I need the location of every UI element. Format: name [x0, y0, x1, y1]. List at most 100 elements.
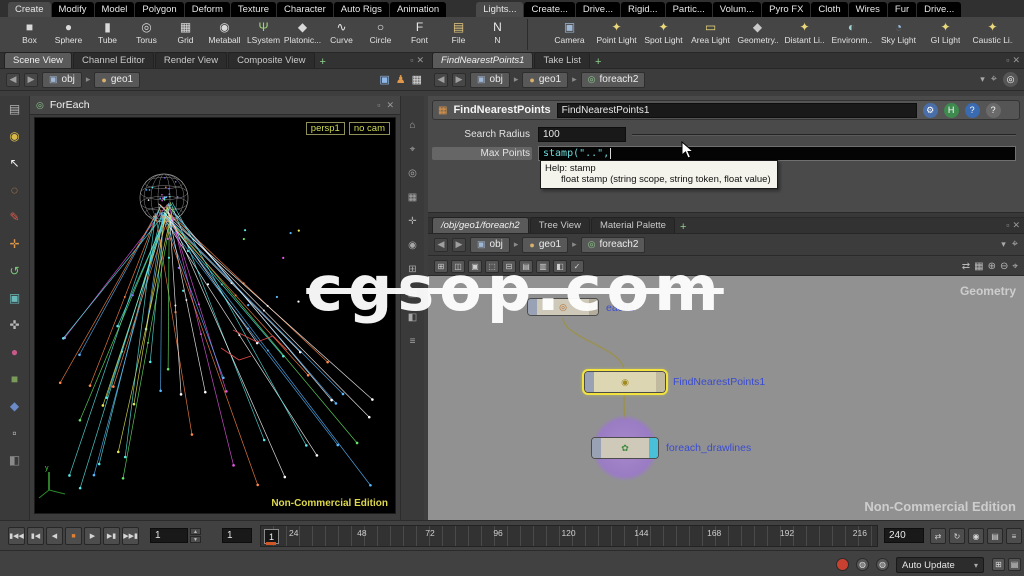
toolbar-tool-icon[interactable]: ✜: [5, 316, 25, 334]
memory-indicator-icon[interactable]: ◍: [876, 558, 889, 571]
path-crumb-foreach2[interactable]: ◎ foreach2: [580, 71, 646, 88]
pane-tab[interactable]: Composite View: [228, 52, 315, 68]
shelf-tab[interactable]: Create...: [524, 2, 575, 17]
shelf-tab[interactable]: Auto Rigs: [333, 2, 389, 17]
toolbar-tool-icon[interactable]: ◉: [5, 127, 25, 145]
shelf-tool[interactable]: Ψ LSystem: [244, 19, 283, 52]
shelf-tab[interactable]: Character: [277, 2, 333, 17]
performance-icon[interactable]: ▤: [1008, 558, 1021, 571]
viewport-display-icon[interactable]: ⊞: [408, 264, 416, 275]
toolbar-tool-icon[interactable]: ▤: [5, 100, 25, 118]
pane-tab[interactable]: Channel Editor: [73, 52, 154, 68]
shelf-tab[interactable]: Model: [94, 2, 135, 17]
shelf-tab[interactable]: Lights...: [476, 2, 524, 17]
toolbar-tool-icon[interactable]: ▣: [5, 289, 25, 307]
network-view-icon[interactable]: ⇄: [962, 261, 970, 272]
transport-button[interactable]: ■: [65, 527, 82, 545]
shelf-tool[interactable]: ✦ Spot Light: [640, 19, 687, 52]
pane-float-icon[interactable]: ▫: [1006, 55, 1009, 66]
frame-increment-field[interactable]: [222, 528, 252, 543]
shelf-tool[interactable]: ▣ Camera: [546, 19, 593, 52]
node-display-flag[interactable]: [649, 438, 658, 458]
gear-menu-icon[interactable]: ⚙: [922, 102, 938, 118]
shelf-tool[interactable]: ◆ Platonic...: [283, 19, 322, 52]
transport-button[interactable]: ▶▮: [103, 527, 120, 545]
viewport-layout-icon[interactable]: ▫: [377, 100, 380, 111]
shelf-tool[interactable]: ▮ Tube: [88, 19, 127, 52]
pin-icon[interactable]: ⌖: [991, 73, 997, 86]
shelf-tab[interactable]: Drive...: [917, 2, 962, 17]
new-tab-button[interactable]: +: [316, 56, 330, 68]
shelf-tool[interactable]: ◐ Environm...: [828, 19, 875, 52]
path-crumb-obj[interactable]: ▣ obj: [470, 236, 510, 253]
shelf-tool[interactable]: ◉ Metaball: [205, 19, 244, 52]
pane-tab-findnearestpoints1[interactable]: FindNearestPoints1: [432, 52, 534, 68]
network-badge-icon[interactable]: ◫: [451, 259, 465, 273]
cook-indicator-icon[interactable]: ◍: [856, 558, 869, 571]
toolbar-tool-icon[interactable]: ✛: [5, 235, 25, 253]
toolbar-tool-icon[interactable]: ●: [5, 343, 25, 361]
viewport-display-icon[interactable]: ◎: [408, 168, 417, 179]
shelf-tool[interactable]: ◔ Sky Light: [875, 19, 922, 52]
network-view-icon[interactable]: ⊖: [1000, 261, 1008, 272]
shelf-tool[interactable]: ▤ File: [439, 19, 478, 52]
viewport-display-icon[interactable]: ▤: [408, 288, 417, 299]
pane-close-icon[interactable]: ✕: [1012, 55, 1020, 66]
pane-tab-tree-view[interactable]: Tree View: [529, 217, 590, 233]
search-radius-slider[interactable]: [632, 133, 1016, 136]
pane-close-icon[interactable]: ✕: [416, 55, 424, 66]
node-output-flag[interactable]: [656, 372, 665, 392]
viewport-display-icon[interactable]: ⌂: [409, 120, 415, 131]
shelf-tool[interactable]: ∿ Curve: [322, 19, 361, 52]
transport-button[interactable]: ▶: [84, 527, 101, 545]
shelf-tool[interactable]: ◆ Geometry...: [734, 19, 781, 52]
pane-tab[interactable]: Scene View: [4, 52, 72, 68]
help-icon[interactable]: ?: [964, 102, 980, 118]
path-crumb-geo1[interactable]: ● geo1: [522, 236, 569, 253]
nav-forward-icon[interactable]: ▶: [452, 237, 466, 252]
network-view-icon[interactable]: ▦: [974, 261, 983, 272]
shelf-tab[interactable]: Polygon: [135, 2, 184, 17]
shelf-tool[interactable]: ▦ Grid: [166, 19, 205, 52]
pane-tab-network-path[interactable]: /obj/geo1/foreach2: [432, 217, 529, 233]
shelf-tool[interactable]: ■ Box: [10, 19, 49, 52]
path-crumb-geo1[interactable]: ● geo1: [522, 71, 569, 88]
pane-float-icon[interactable]: ▫: [1006, 220, 1009, 231]
shelf-tab[interactable]: Create: [8, 2, 51, 17]
shelf-tool[interactable]: ○ Circle: [361, 19, 400, 52]
camera-menu-chip[interactable]: no cam: [348, 122, 390, 135]
objects-filter-icon[interactable]: ▣: [379, 73, 389, 86]
shelf-tool[interactable]: F Font: [400, 19, 439, 52]
viewport-3d-canvas[interactable]: y persp1 no cam Non-Commercial Edition: [34, 117, 396, 514]
shelf-tab[interactable]: Rigid...: [621, 2, 665, 17]
error-indicator-icon[interactable]: [836, 558, 849, 571]
new-tab-button[interactable]: +: [591, 56, 605, 68]
camera-name-chip[interactable]: persp1: [305, 122, 345, 135]
shelf-tool[interactable]: ▭ Area Light: [687, 19, 734, 52]
shelf-tab[interactable]: Modify: [51, 2, 94, 17]
shelf-tab[interactable]: Wires: [848, 2, 887, 17]
pane-close-icon[interactable]: ✕: [1012, 220, 1020, 231]
node-input-flag[interactable]: [592, 438, 601, 458]
pin-icon[interactable]: ⌖: [1012, 238, 1018, 251]
network-badge-icon[interactable]: ⬚: [485, 259, 499, 273]
pane-tab[interactable]: Render View: [154, 52, 228, 68]
viewport-display-icon[interactable]: ✛: [408, 216, 416, 227]
toolbar-tool-icon[interactable]: ◧: [5, 451, 25, 469]
network-view-icon[interactable]: ⊕: [988, 261, 996, 272]
shelf-tab[interactable]: Pyro FX: [762, 2, 811, 17]
toolbar-tool-icon[interactable]: ◆: [5, 397, 25, 415]
shelf-tool[interactable]: ● Sphere: [49, 19, 88, 52]
nav-forward-icon[interactable]: ▶: [452, 72, 466, 87]
new-tab-button[interactable]: +: [676, 221, 690, 233]
end-frame-field[interactable]: [884, 528, 924, 543]
network-badge-icon[interactable]: ◧: [553, 259, 567, 273]
node-findnearestpoints1[interactable]: ◉: [582, 369, 668, 395]
pane-tab-material-palette[interactable]: Material Palette: [590, 217, 675, 233]
playbar-option-icon[interactable]: ▤: [987, 528, 1003, 544]
node-each1[interactable]: ◎: [527, 298, 599, 316]
shelf-tab[interactable]: Fur: [887, 2, 917, 17]
viewport-close-icon[interactable]: ✕: [386, 100, 394, 111]
path-crumb-geo1[interactable]: ● geo1: [94, 71, 141, 88]
viewport-display-icon[interactable]: ▦: [408, 192, 417, 203]
